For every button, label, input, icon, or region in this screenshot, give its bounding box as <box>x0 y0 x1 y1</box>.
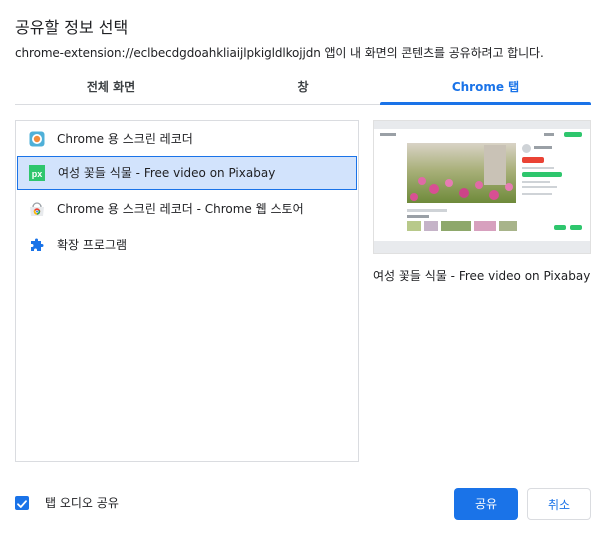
tab-audio-checkbox[interactable] <box>15 496 29 510</box>
list-item-selected[interactable]: px 여성 꽃들 식물 - Free video on Pixabay <box>17 156 357 190</box>
pixabay-icon: px <box>29 165 45 181</box>
share-button[interactable]: 공유 <box>454 488 518 520</box>
preview-page-thumbnail <box>374 121 590 253</box>
tab-audio-label: 탭 오디오 공유 <box>45 496 119 510</box>
list-item[interactable]: 확장 프로그램 <box>17 228 357 262</box>
tab-preview-thumbnail <box>373 120 591 254</box>
chrome-web-store-icon <box>30 202 44 216</box>
cancel-button[interactable]: 취소 <box>527 488 591 520</box>
list-item[interactable]: Chrome 용 스크린 레코더 <box>17 122 357 156</box>
list-item-label: 여성 꽃들 식물 - Free video on Pixabay <box>58 166 276 180</box>
list-item-label: Chrome 용 스크린 레코더 - Chrome 웹 스토어 <box>57 202 304 216</box>
preview-caption: 여성 꽃들 식물 - Free video on Pixabay <box>373 269 591 283</box>
puzzle-icon <box>31 238 44 251</box>
svg-text:px: px <box>32 169 43 179</box>
tab-chrome-tab[interactable]: Chrome 탭 <box>380 72 591 105</box>
tab-window[interactable]: 창 <box>207 72 399 104</box>
dialog-title: 공유할 정보 선택 <box>15 18 129 37</box>
list-item-label: 확장 프로그램 <box>57 238 128 252</box>
list-item[interactable]: Chrome 용 스크린 레코더 - Chrome 웹 스토어 <box>17 192 357 226</box>
list-item-label: Chrome 용 스크린 레코더 <box>57 132 193 146</box>
share-dialog: 공유할 정보 선택 chrome-extension://eclbecdgdoa… <box>0 0 608 537</box>
dialog-subtitle: chrome-extension://eclbecdgdoahkliaijlpk… <box>15 46 544 60</box>
tab-entire-screen[interactable]: 전체 화면 <box>15 72 207 104</box>
checkmark-icon <box>17 500 27 508</box>
screen-recorder-icon <box>29 131 45 147</box>
tab-list: Chrome 용 스크린 레코더 px 여성 꽃들 식물 - Free vide… <box>15 120 359 462</box>
source-tabs: 전체 화면 창 Chrome 탭 <box>15 72 591 105</box>
